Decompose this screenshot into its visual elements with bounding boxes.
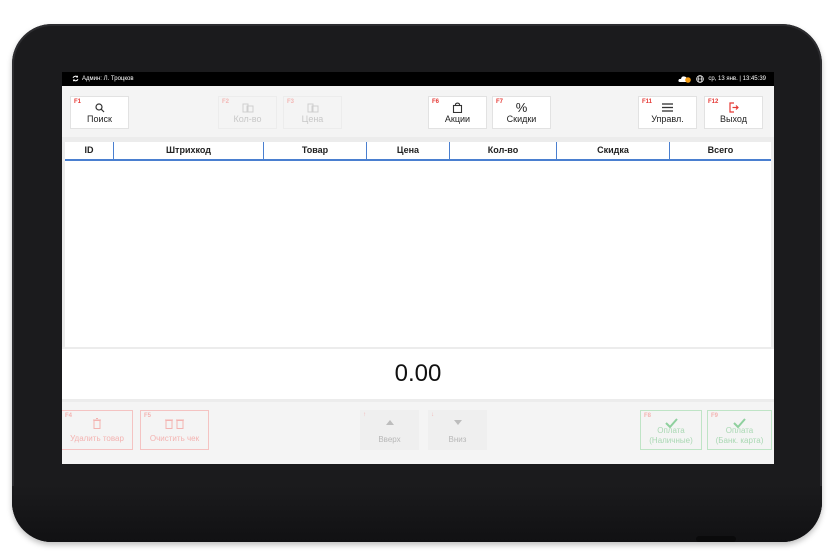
- button-label: Вниз: [448, 435, 467, 444]
- button-label: Поиск: [87, 114, 112, 124]
- column-header-discount[interactable]: Скидка: [556, 142, 669, 159]
- menu-icon: [639, 101, 696, 114]
- column-header-barcode[interactable]: Штрихкод: [113, 142, 263, 159]
- price-icon: [284, 101, 341, 114]
- label-line-1: Оплата: [725, 426, 754, 435]
- button-label: Очистить чек: [149, 434, 200, 443]
- tablet-bottom-edge: [12, 486, 822, 542]
- search-icon: [71, 101, 128, 114]
- button-label: Оплата (Наличные): [641, 426, 701, 446]
- pay-card-button[interactable]: F9 Оплата (Банк. карта): [707, 410, 772, 450]
- column-header-product[interactable]: Товар: [263, 142, 366, 159]
- search-button[interactable]: F1 Поиск: [70, 96, 129, 129]
- button-label: Кол-во: [233, 114, 262, 124]
- scroll-up-button[interactable]: ↑ Вверх: [360, 410, 419, 450]
- bottom-toolbar: F4 Удалить товар F5 Очистить чек ↑ Вверх…: [62, 402, 774, 464]
- promotions-button[interactable]: F6 Акции: [428, 96, 487, 129]
- label-line-2: (Наличные): [649, 436, 693, 445]
- table-body[interactable]: [65, 161, 771, 347]
- pos-screen: Админ: Л. Троцков ср, 13 янв. | 13:45:39…: [62, 72, 774, 464]
- label-line-1: Оплата: [657, 426, 685, 435]
- discounts-button[interactable]: F7 % Скидки: [492, 96, 551, 129]
- clear-receipt-button[interactable]: F5 Очистить чек: [140, 410, 209, 450]
- price-button[interactable]: F3 Цена: [283, 96, 342, 129]
- datetime-label: ср, 13 янв. | 13:45:39: [708, 76, 766, 82]
- exit-button[interactable]: F12 Выход: [704, 96, 763, 129]
- total-amount: 0.00: [62, 349, 774, 399]
- delete-item-button[interactable]: F4 Удалить товар: [62, 410, 133, 450]
- receipt-table: ID Штрихкод Товар Цена Кол-во Скидка Все…: [65, 142, 771, 347]
- quantity-icon: [219, 101, 276, 114]
- button-label: Выход: [720, 114, 747, 124]
- button-label: Цена: [301, 114, 324, 124]
- tablet-port: [696, 536, 736, 542]
- exit-icon: [705, 101, 762, 114]
- button-label: Удалить товар: [70, 434, 124, 443]
- button-label: Оплата (Банк. карта): [708, 426, 771, 446]
- double-trash-icon: [141, 417, 208, 429]
- manage-button[interactable]: F11 Управл.: [638, 96, 697, 129]
- sync-icon[interactable]: [72, 75, 79, 82]
- arrow-up-icon: [360, 416, 419, 428]
- arrow-down-icon: [428, 416, 487, 428]
- column-header-quantity[interactable]: Кол-во: [449, 142, 556, 159]
- user-label: Админ: Л. Троцков: [82, 75, 134, 82]
- button-label: Вверх: [378, 435, 401, 444]
- status-bar: Админ: Л. Троцков ср, 13 янв. | 13:45:39: [62, 72, 774, 86]
- cloud-sync-icon: [678, 75, 692, 83]
- quantity-button[interactable]: F2 Кол-во: [218, 96, 277, 129]
- column-header-id[interactable]: ID: [65, 142, 113, 159]
- button-label: Управл.: [651, 114, 684, 124]
- button-label: Акции: [444, 114, 471, 124]
- trash-icon: [62, 417, 132, 429]
- pay-cash-button[interactable]: F8 Оплата (Наличные): [640, 410, 702, 450]
- top-toolbar: F1 Поиск F2 Кол-во F3 Цена F6 Акции F7 %…: [62, 86, 774, 137]
- label-line-2: (Банк. карта): [715, 436, 764, 445]
- column-header-price[interactable]: Цена: [366, 142, 449, 159]
- scroll-down-button[interactable]: ↓ Вниз: [428, 410, 487, 450]
- percent-icon: %: [515, 100, 528, 115]
- bag-icon: [429, 101, 486, 114]
- globe-icon: [696, 75, 705, 83]
- table-header: ID Штрихкод Товар Цена Кол-во Скидка Все…: [65, 142, 771, 161]
- column-header-total[interactable]: Всего: [669, 142, 771, 159]
- button-label: Скидки: [506, 114, 537, 124]
